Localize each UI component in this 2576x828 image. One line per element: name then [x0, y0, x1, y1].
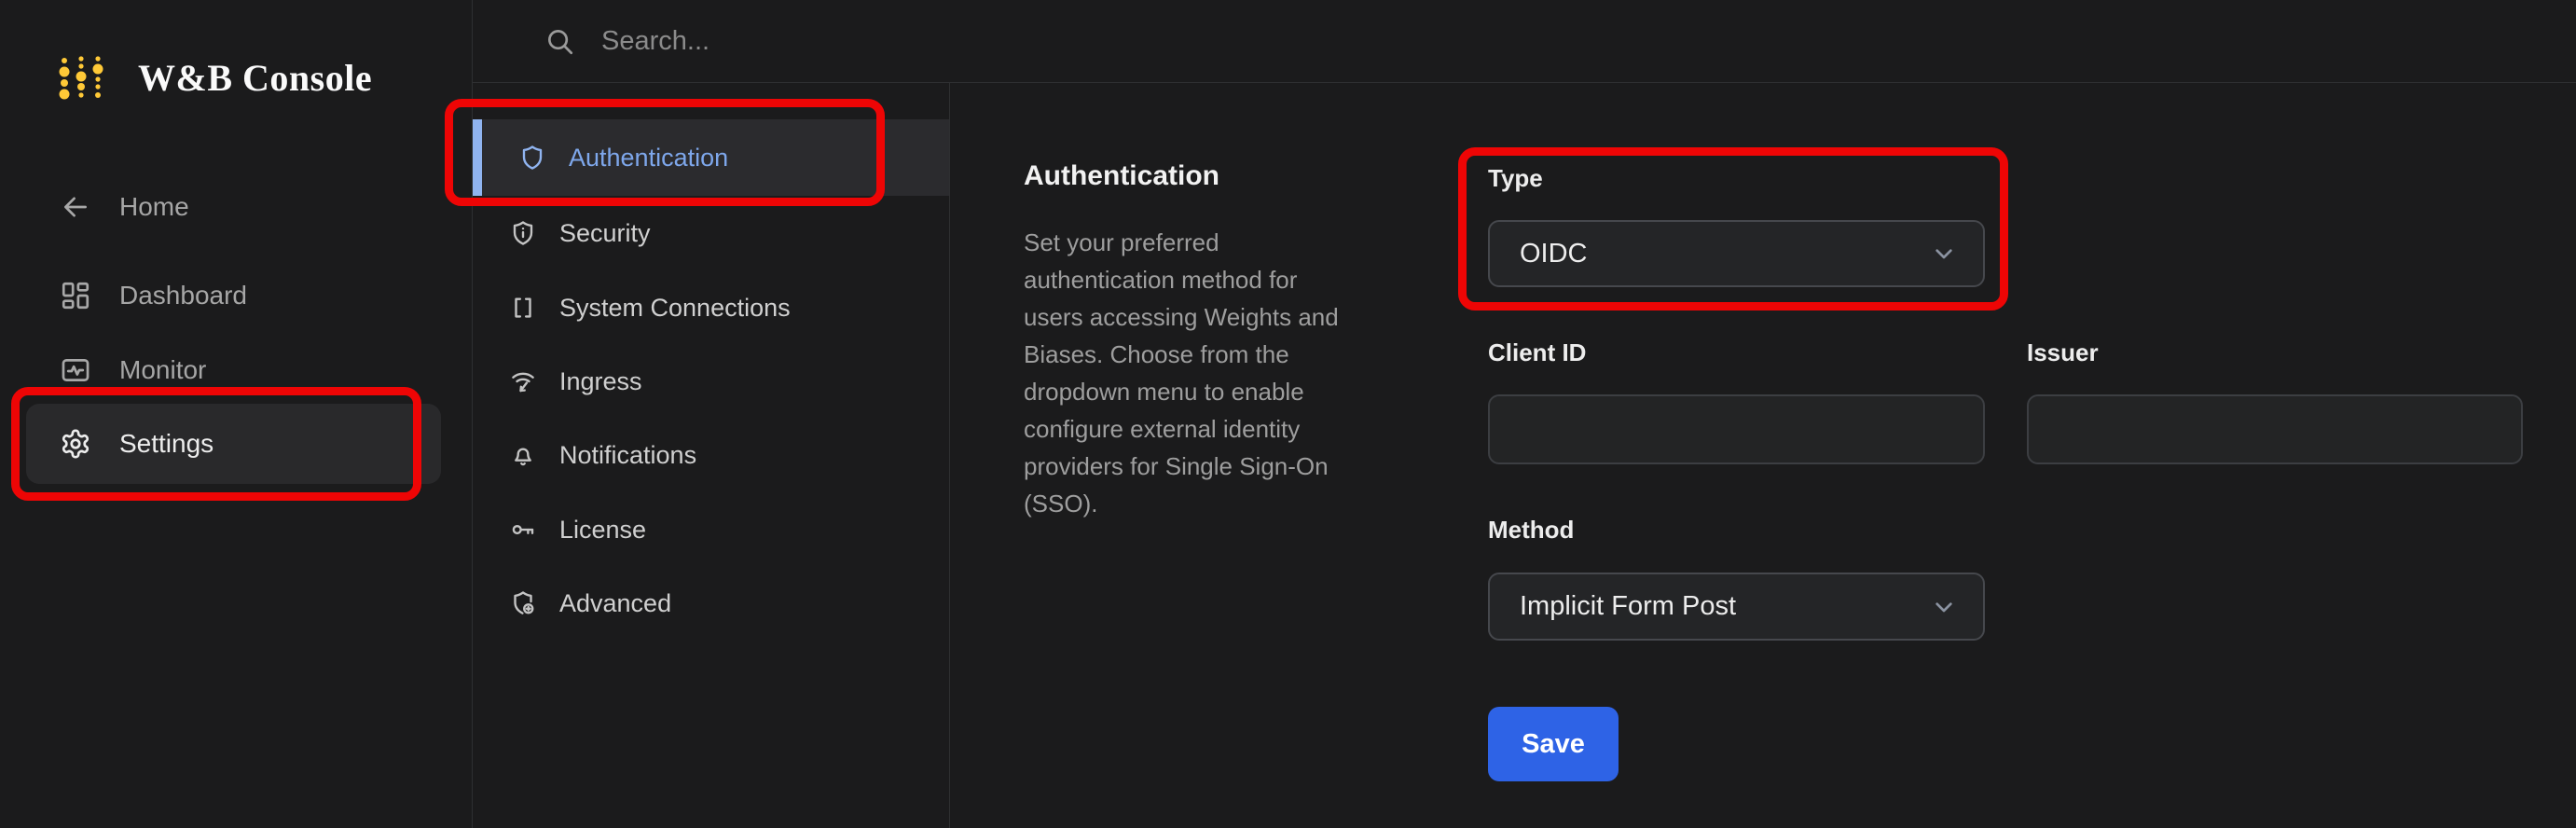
chevron-down-icon: [1935, 601, 1952, 612]
active-indicator-bar: [473, 119, 482, 196]
sidebar-item-dashboard[interactable]: Dashboard: [60, 271, 247, 320]
settings-nav-item-advanced[interactable]: Advanced: [473, 565, 949, 642]
shield-cog-icon: [514, 591, 534, 614]
method-dropdown[interactable]: Implicit Form Post: [1488, 573, 1985, 641]
sidebar-item-label: Dashboard: [119, 281, 247, 310]
page-title: Authentication: [1024, 160, 1219, 191]
topbar: [473, 0, 2576, 83]
dashboard-icon: [62, 282, 90, 310]
sidebar-item-monitor[interactable]: Monitor: [60, 346, 206, 394]
settings-nav: Authentication Security System Connectio…: [473, 83, 950, 828]
issuer-label: Issuer: [2027, 338, 2099, 366]
settings-nav-label: System Connections: [559, 293, 791, 322]
key-icon: [512, 524, 534, 535]
sidebar-item-label: Settings: [119, 429, 214, 458]
save-button[interactable]: Save: [1488, 707, 1619, 781]
method-label: Method: [1488, 516, 1575, 544]
settings-nav-item-authentication[interactable]: Authentication: [473, 119, 949, 196]
settings-nav-label: Security: [559, 218, 651, 247]
settings-nav-label: Advanced: [559, 588, 672, 617]
settings-nav-item-system-connections[interactable]: System Connections: [473, 269, 949, 346]
monitor-icon: [62, 359, 90, 381]
search-input[interactable]: [599, 24, 1256, 58]
chevron-down-icon: [1935, 249, 1952, 259]
arrow-left-icon: [64, 197, 87, 217]
settings-nav-item-security[interactable]: Security: [473, 195, 949, 271]
sidebar-item-settings[interactable]: Settings: [26, 404, 441, 484]
settings-nav-label: Authentication: [569, 143, 729, 172]
brackets-icon: [515, 297, 531, 318]
sidebar-item-label: Monitor: [119, 355, 207, 384]
shield-info-icon: [513, 221, 533, 245]
wandb-console-app: W&B Console Home Dashboard Monitor Setti…: [0, 0, 2576, 828]
method-dropdown-value: Implicit Form Post: [1520, 591, 1737, 621]
settings-nav-item-license[interactable]: License: [473, 491, 949, 568]
settings-nav-label: Ingress: [559, 366, 642, 395]
settings-nav-label: License: [559, 515, 647, 544]
app-logo: W&B Console: [56, 54, 372, 101]
search-icon: [548, 30, 573, 55]
type-label: Type: [1488, 164, 1543, 192]
client-id-label: Client ID: [1488, 338, 1587, 366]
settings-nav-item-notifications[interactable]: Notifications: [473, 417, 949, 493]
bell-icon: [515, 448, 531, 466]
sidebar-item-home[interactable]: Home: [60, 183, 189, 231]
ingress-icon: [512, 372, 534, 393]
left-sidebar: W&B Console Home Dashboard Monitor Setti…: [0, 0, 473, 828]
gear-icon: [62, 429, 90, 459]
type-dropdown[interactable]: OIDC: [1488, 220, 1985, 287]
page-description: Set your preferred authentication method…: [1024, 228, 1339, 518]
sidebar-item-label: Home: [119, 192, 189, 221]
settings-nav-label: Notifications: [559, 440, 697, 469]
app-title: W&B Console: [138, 56, 373, 99]
wandb-dots-logo-icon: [59, 56, 103, 100]
settings-nav-item-ingress[interactable]: Ingress: [473, 343, 949, 420]
shield-icon: [522, 145, 543, 170]
type-dropdown-value: OIDC: [1520, 238, 1588, 269]
client-id-input[interactable]: [1488, 394, 1985, 464]
issuer-input[interactable]: [2027, 394, 2523, 464]
